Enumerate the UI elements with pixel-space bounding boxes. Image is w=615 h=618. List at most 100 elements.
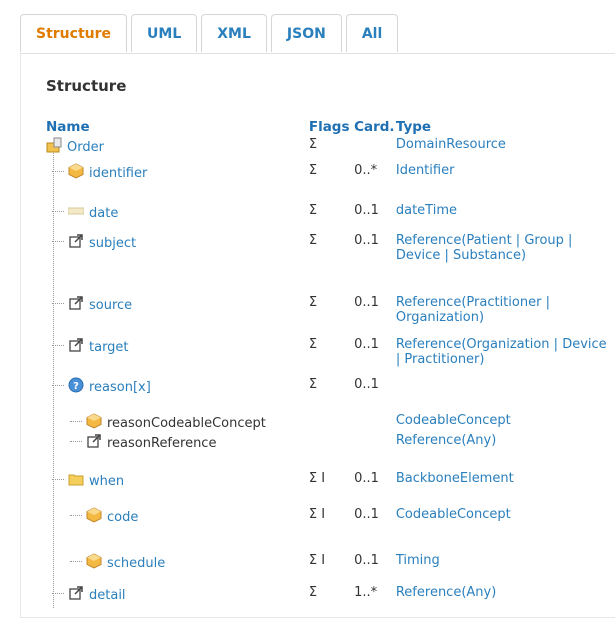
type-cell[interactable]: Reference(Organization | Device | Practi… xyxy=(396,337,615,377)
tab-structure[interactable]: Structure xyxy=(20,14,128,52)
type-cell[interactable]: Identifier xyxy=(396,163,615,203)
type-part[interactable]: Reference( xyxy=(396,233,467,248)
flags-cell: Σ I xyxy=(308,507,326,522)
reference-icon xyxy=(86,433,102,453)
element-name[interactable]: source xyxy=(89,298,132,313)
primitive-icon xyxy=(67,203,85,223)
element-name[interactable]: subject xyxy=(89,236,136,251)
tree-connector xyxy=(70,561,82,562)
name-cell: source xyxy=(46,295,309,337)
type-part[interactable]: | xyxy=(512,233,525,248)
cardinality-cell: 0..1 xyxy=(354,233,379,248)
type-part[interactable]: | xyxy=(541,295,550,310)
table-row: target Σ 0..1 Reference(Organization | Devi… xyxy=(46,337,615,377)
reference-icon xyxy=(68,295,84,315)
type-cell[interactable] xyxy=(396,377,615,413)
element-name[interactable]: code xyxy=(107,510,138,525)
tree-connector xyxy=(70,441,82,442)
tree-guide-line xyxy=(53,153,54,608)
type-cell[interactable]: Reference(Practitioner | Organization) xyxy=(396,295,615,337)
element-name[interactable]: when xyxy=(89,474,124,489)
table-row: date Σ 0..1 dateTime xyxy=(46,203,615,233)
type-cell[interactable]: DomainResource xyxy=(396,137,615,163)
type-part[interactable]: Substance xyxy=(453,248,521,263)
element-name[interactable]: date xyxy=(89,206,118,221)
type-part[interactable]: | xyxy=(550,337,563,352)
table-row: subject Σ 0..1 Reference(Patient | Group | … xyxy=(46,233,615,295)
type-part[interactable]: Reference( xyxy=(396,295,467,310)
cardinality-cell: 0..1 xyxy=(354,377,379,392)
name-cell: target xyxy=(46,337,309,377)
type-part[interactable]: Organization xyxy=(396,310,479,325)
cardinality-cell: 0..1 xyxy=(354,553,379,568)
type-part[interactable]: | xyxy=(564,233,572,248)
type-part[interactable]: Device xyxy=(396,248,440,263)
type-part[interactable]: Practitioner xyxy=(466,295,541,310)
type-cell[interactable]: BackboneElement xyxy=(396,471,615,507)
section-heading: Structure xyxy=(46,77,127,95)
element-name[interactable]: reasonReference xyxy=(107,436,216,451)
element-name[interactable]: schedule xyxy=(107,556,165,571)
table-row: detail Σ 1..* Reference(Any) xyxy=(46,585,615,613)
type-cell[interactable]: Reference(Any) xyxy=(396,433,615,471)
type-part[interactable]: ) xyxy=(521,248,526,263)
cardinality-cell xyxy=(354,137,396,163)
cardinality-cell: 0..1 xyxy=(354,507,379,522)
element-name[interactable]: detail xyxy=(89,588,126,603)
flags-cell: Σ xyxy=(308,163,318,178)
type-part[interactable]: Organization xyxy=(466,337,549,352)
folder-icon xyxy=(68,471,84,491)
reference-icon xyxy=(68,337,84,357)
element-name[interactable]: target xyxy=(89,340,129,355)
name-cell: reasonReference xyxy=(46,433,309,471)
table-row: ? reason[x] Σ 0..1 xyxy=(46,377,615,413)
type-part[interactable]: Patient xyxy=(466,233,511,248)
flags-cell: Σ xyxy=(308,337,318,352)
type-part[interactable]: Reference( xyxy=(396,337,467,352)
type-part[interactable]: Practitioner xyxy=(404,352,479,367)
cardinality-cell: 0..1 xyxy=(354,337,379,352)
flags-cell: Σ xyxy=(308,585,318,600)
cardinality-cell: 0..1 xyxy=(354,471,379,486)
type-cell[interactable]: dateTime xyxy=(396,203,615,233)
type-cell[interactable]: Timing xyxy=(396,553,615,585)
table-row: code Σ I 0..1 CodeableConcept xyxy=(46,507,615,553)
datatype-icon xyxy=(86,413,102,433)
name-cell: code xyxy=(46,507,309,553)
tab-xml[interactable]: XML xyxy=(201,14,267,52)
name-cell: reasonCodeableConcept xyxy=(46,413,309,433)
cardinality-cell xyxy=(354,413,396,433)
tab-uml[interactable]: UML xyxy=(131,14,198,52)
type-part[interactable]: Device xyxy=(562,337,606,352)
type-cell[interactable]: Reference(Any) xyxy=(396,585,615,613)
name-cell: Order xyxy=(46,137,309,163)
table-row: Order Σ DomainResource xyxy=(46,137,615,163)
structure-table: Name Flags Card. Type Order Σ DomainResour… xyxy=(46,119,615,613)
type-cell[interactable]: Reference(Patient | Group | Device | Sub… xyxy=(396,233,615,295)
svg-text:?: ? xyxy=(73,381,79,392)
name-cell: ? reason[x] xyxy=(46,377,309,413)
column-name: Name xyxy=(46,119,90,135)
name-cell: when xyxy=(46,471,309,507)
table-row: when Σ I 0..1 BackboneElement xyxy=(46,471,615,507)
table-row: schedule Σ I 0..1 Timing xyxy=(46,553,615,585)
type-part[interactable]: ) xyxy=(479,310,484,325)
type-part[interactable]: | xyxy=(440,248,453,263)
element-name[interactable]: reasonCodeableConcept xyxy=(107,416,266,431)
flags-cell: Σ I xyxy=(308,471,326,486)
tab-json[interactable]: JSON xyxy=(270,14,342,52)
table-header: Name Flags Card. Type xyxy=(46,119,615,137)
element-name[interactable]: reason[x] xyxy=(89,380,151,395)
type-cell[interactable]: CodeableConcept xyxy=(396,413,615,433)
tab-all[interactable]: All xyxy=(345,14,399,52)
view-tabs: Structure UML XML JSON All xyxy=(20,14,402,54)
table-row: identifier Σ 0..* Identifier xyxy=(46,163,615,203)
element-name[interactable]: Order xyxy=(67,140,104,155)
element-name[interactable]: identifier xyxy=(89,166,147,181)
tree-connector xyxy=(70,515,82,516)
type-part[interactable]: Group xyxy=(524,233,564,248)
type-part[interactable]: ) xyxy=(479,352,484,367)
cardinality-cell: 0..* xyxy=(354,163,378,178)
type-cell[interactable]: CodeableConcept xyxy=(396,507,615,553)
flags-cell: Σ xyxy=(308,137,318,152)
